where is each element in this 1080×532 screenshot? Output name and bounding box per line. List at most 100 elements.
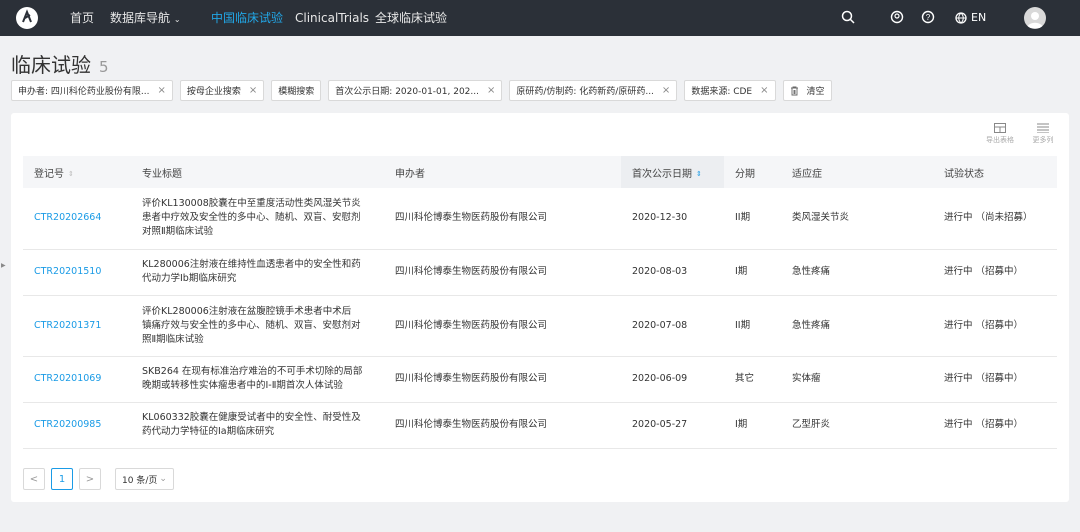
trial-title-line: 评价KL280006注射液在盆腹腔镜手术患者中术后 — [142, 305, 352, 317]
trial-indication: 急性疼痛 — [781, 295, 933, 357]
prev-page-button[interactable]: < — [23, 468, 45, 490]
trial-title-line: 镇痛疗效与安全性的多中心、随机、双盲、安慰剂对 — [142, 319, 361, 331]
filter-first-publish-date[interactable]: 首次公示日期: 2020-01-01, 202... × — [328, 80, 503, 101]
trial-title: 评价KL130008胶囊在中至重度活动性类风湿关节炎 患者中疗效及安全性的多中心、… — [131, 188, 384, 250]
clear-filters-button[interactable]: 清空 — [782, 80, 832, 101]
trial-sponsor: 四川科伦博泰生物医药股份有限公司 — [384, 295, 621, 357]
export-label: 导出表格 — [986, 136, 1014, 144]
table-row: CTR20201371 评价KL280006注射液在盆腹腔镜手术患者中术后 镇痛疗… — [23, 295, 1057, 357]
filter-label: 按母企业搜索 — [186, 87, 241, 97]
next-page-button[interactable]: > — [79, 468, 101, 490]
trial-phase: I期 — [724, 402, 781, 449]
nav-china-trials[interactable]: 中国临床试验 — [211, 0, 283, 36]
nav-global-trials[interactable]: 全球临床试验 — [375, 0, 447, 36]
trial-indication: 实体瘤 — [781, 356, 933, 403]
logo-icon[interactable] — [16, 7, 38, 29]
column-header-label: 首次公示日期 — [632, 168, 692, 180]
trash-icon — [790, 86, 798, 95]
trial-date: 2020-07-08 — [621, 295, 724, 357]
sort-icon[interactable]: ⇕ — [68, 170, 74, 178]
filter-data-source[interactable]: 数据来源: CDE × — [684, 80, 776, 101]
close-icon[interactable]: × — [487, 85, 495, 96]
results-card: 导出表格 更多列 登记号 ⇕ 专业标题 申办者 首次公示日期 ⇕ 分期 适应症 试验… — [11, 113, 1069, 502]
page-title-text: 临床试验 — [11, 53, 91, 77]
trial-title-line: 患者中疗效及安全性的多中心、随机、双盲、安慰剂 — [142, 212, 361, 224]
trial-id-link[interactable]: CTR20201371 — [23, 295, 131, 357]
trial-title-line: 照Ⅱ期临床试验 — [142, 333, 204, 345]
filter-drug-type[interactable]: 原研药/仿制药: 化药新药/原研药... × — [509, 80, 678, 101]
column-header-date[interactable]: 首次公示日期 ⇕ — [621, 156, 724, 188]
trial-status: 进行中 （招募中） — [933, 356, 1057, 403]
trial-title-line: 对照Ⅱ期临床试验 — [142, 226, 214, 238]
result-count: 5 — [99, 58, 109, 76]
filter-parent-company[interactable]: 按母企业搜索 × — [179, 80, 265, 101]
table-row: CTR20201510 KL280006注射液在维持性血透患者中的安全性和药 代动… — [23, 249, 1057, 296]
trial-status: 进行中 （招募中） — [933, 295, 1057, 357]
clear-filters-label: 清空 — [806, 87, 825, 97]
page-size-select[interactable]: 10 条/页 ⌄ — [115, 468, 174, 490]
nav-home[interactable]: 首页 — [70, 0, 94, 36]
trial-date: 2020-05-27 — [621, 402, 724, 449]
table-header-row: 登记号 ⇕ 专业标题 申办者 首次公示日期 ⇕ 分期 适应症 试验状态 — [23, 156, 1057, 188]
trial-id-link[interactable]: CTR20201069 — [23, 356, 131, 403]
column-header-indication: 适应症 — [781, 156, 933, 188]
trial-sponsor: 四川科伦博泰生物医药股份有限公司 — [384, 356, 621, 403]
sidebar-toggle-icon[interactable]: ▶ — [1, 262, 6, 269]
nav-clinicaltrials[interactable]: ClinicalTrials — [295, 0, 369, 36]
close-icon[interactable]: × — [760, 85, 768, 96]
filter-sponsor[interactable]: 申办者: 四川科伦药业股份有限... × — [11, 80, 173, 101]
sort-icon[interactable]: ⇕ — [696, 170, 702, 178]
trial-title-line: 晚期或转移性实体瘤患者中的Ⅰ-Ⅱ期首次人体试验 — [142, 380, 343, 391]
svg-text:?: ? — [926, 13, 931, 22]
trial-title: KL060332胶囊在健康受试者中的安全性、耐受性及 药代动力学特征的Ia期临床研… — [131, 402, 384, 449]
nav-database-menu[interactable]: 数据库导航 ⌄ — [110, 0, 181, 36]
trial-sponsor: 四川科伦博泰生物医药股份有限公司 — [384, 188, 621, 250]
search-icon[interactable] — [841, 10, 857, 26]
trial-sponsor: 四川科伦博泰生物医药股份有限公司 — [384, 249, 621, 296]
trial-title-line: SKB264 在现有标准治疗难治的不可手术切除的局部 — [142, 366, 363, 377]
filter-label: 原研药/仿制药: 化药新药/原研药... — [516, 87, 654, 97]
pagination: < 1 > 10 条/页 ⌄ — [23, 468, 174, 490]
trial-id-link[interactable]: CTR20200985 — [23, 402, 131, 449]
filter-label: 首次公示日期: 2020-01-01, 202... — [335, 87, 479, 97]
page-number-button[interactable]: 1 — [51, 468, 73, 490]
table-row: CTR20202664 评价KL130008胶囊在中至重度活动性类风湿关节炎 患者… — [23, 188, 1057, 250]
close-icon[interactable]: × — [249, 85, 257, 96]
column-header-phase: 分期 — [724, 156, 781, 188]
trial-indication: 乙型肝炎 — [781, 402, 933, 449]
filter-bar: 申办者: 四川科伦药业股份有限... × 按母企业搜索 × 模糊搜索 首次公示日期:… — [11, 80, 832, 101]
more-columns-button[interactable]: 更多列 — [1028, 123, 1058, 145]
export-table-button[interactable]: 导出表格 — [983, 123, 1017, 145]
more-columns-label: 更多列 — [1032, 136, 1054, 144]
nav-database-label: 数据库导航 — [110, 11, 171, 25]
trial-phase: II期 — [724, 188, 781, 250]
language-switch[interactable]: EN — [955, 0, 986, 36]
trial-phase: II期 — [724, 295, 781, 357]
help-icon[interactable]: ? — [921, 10, 937, 26]
trial-phase: 其它 — [724, 356, 781, 403]
filter-label: 数据来源: CDE — [691, 87, 753, 97]
trial-id-link[interactable]: CTR20202664 — [23, 188, 131, 250]
trial-title-line: KL280006注射液在维持性血透患者中的安全性和药 — [142, 259, 361, 270]
trial-title-line: 代动力学Ⅰb期临床研究 — [142, 273, 237, 284]
filter-fuzzy-search[interactable]: 模糊搜索 — [271, 80, 322, 101]
trial-title-line: 评价KL130008胶囊在中至重度活动性类风湿关节炎 — [142, 198, 361, 210]
filter-label: 模糊搜索 — [278, 87, 315, 97]
notification-icon[interactable] — [890, 10, 906, 26]
close-icon[interactable]: × — [157, 85, 165, 96]
page-size-label: 10 条/页 — [122, 475, 158, 486]
chevron-down-icon: ⌄ — [173, 15, 181, 24]
trials-table: 登记号 ⇕ 专业标题 申办者 首次公示日期 ⇕ 分期 适应症 试验状态 CTR202… — [23, 156, 1057, 449]
table-row: CTR20200985 KL060332胶囊在健康受试者中的安全性、耐受性及 药代… — [23, 402, 1057, 449]
table-icon — [994, 123, 1006, 133]
list-icon — [1037, 123, 1049, 133]
page-title: 临床试验 5 — [11, 49, 109, 78]
avatar[interactable] — [1024, 7, 1046, 29]
close-icon[interactable]: × — [662, 85, 670, 96]
trial-sponsor: 四川科伦博泰生物医药股份有限公司 — [384, 402, 621, 449]
column-header-id[interactable]: 登记号 ⇕ — [23, 156, 131, 188]
trial-date: 2020-06-09 — [621, 356, 724, 403]
chevron-down-icon: ⌄ — [159, 474, 167, 484]
trial-id-link[interactable]: CTR20201510 — [23, 249, 131, 296]
trial-title: KL280006注射液在维持性血透患者中的安全性和药 代动力学Ⅰb期临床研究 — [131, 249, 384, 296]
